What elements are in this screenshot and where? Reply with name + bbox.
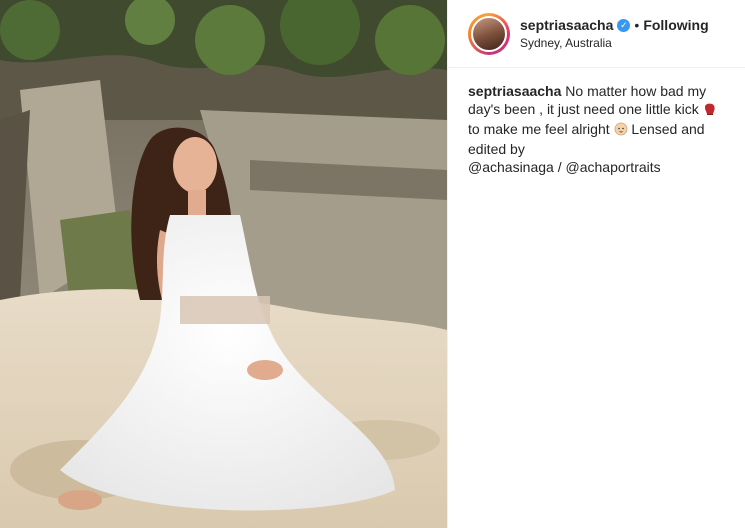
verified-badge-icon: ✓ — [617, 18, 631, 32]
header-info: septriasaacha ✓ • Following Sydney, Aust… — [520, 17, 709, 50]
username-link[interactable]: septriasaacha — [520, 17, 613, 33]
caption-text-part2: to make me feel alright — [468, 121, 610, 137]
caption-username-link[interactable]: septriasaacha — [468, 83, 561, 99]
following-button[interactable]: Following — [643, 17, 708, 33]
boxing-glove-emoji-icon — [703, 102, 717, 120]
caption: septriasaacha No matter how bad my day's… — [448, 68, 745, 176]
mention-achasinaga-link[interactable]: @achasinaga — [468, 159, 554, 175]
post-photo[interactable] — [0, 0, 447, 528]
baby-emoji-icon — [614, 122, 628, 140]
avatar[interactable] — [471, 15, 507, 52]
separator-dot: • — [634, 17, 640, 33]
post-view: septriasaacha ✓ • Following Sydney, Aust… — [0, 0, 745, 528]
post-details-panel: septriasaacha ✓ • Following Sydney, Aust… — [447, 0, 745, 528]
post-header: septriasaacha ✓ • Following Sydney, Aust… — [448, 0, 745, 68]
mention-separator: / — [553, 159, 566, 175]
avatar-story-ring[interactable] — [468, 12, 510, 55]
header-line: septriasaacha ✓ • Following — [520, 17, 709, 33]
photo-image — [0, 0, 447, 528]
location-link[interactable]: Sydney, Australia — [520, 36, 709, 50]
mention-achaportraits-link[interactable]: @achaportraits — [566, 159, 661, 175]
